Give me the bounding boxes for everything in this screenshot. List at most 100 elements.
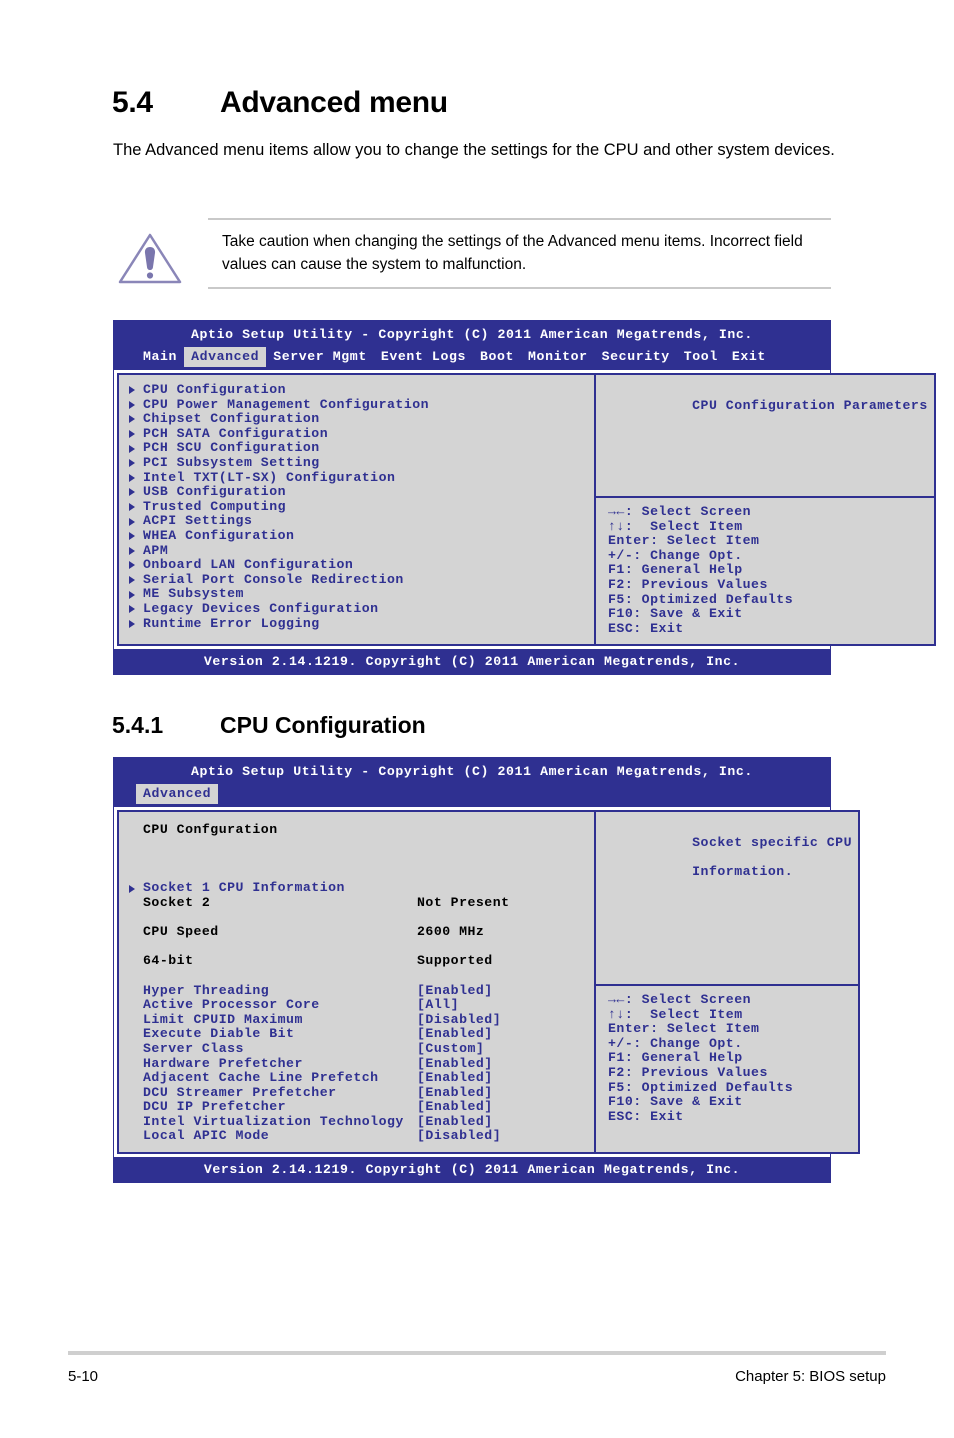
bios-setting-row[interactable]: Limit CPUID Maximum [Disabled] [119,1011,594,1028]
bios-key-legend: →←: Select Screen ↑↓: Select Item Enter: S… [596,986,858,1132]
submenu-arrow-icon [129,444,135,453]
bios-menu-item-label: ME Subsystem [143,586,244,602]
bios-menu-item[interactable]: CPU Power Management Configuration [119,397,594,413]
bios-menu-item[interactable]: Chipset Configuration [119,412,594,427]
key-hint: F5: Optimized Defaults [608,591,794,607]
field-value[interactable]: [Enabled] [417,983,493,999]
bios-menu-item-label: Runtime Error Logging [143,615,320,631]
field-value[interactable]: [Enabled] [417,1100,493,1115]
bios-tab-server-mgmt[interactable]: Server Mgmt [266,347,374,367]
bios-menu-item[interactable]: CPU Configuration [119,382,594,398]
bios-title-bar: Aptio Setup Utility - Copyright (C) 2011… [114,758,830,784]
bios-menu-item[interactable]: Runtime Error Logging [119,615,594,632]
bios-setting-row[interactable]: Hardware Prefetcher [Enabled] [119,1056,594,1072]
field-value[interactable]: [Enabled] [417,1056,493,1072]
bios-menu-item[interactable]: USB Configuration [119,485,594,500]
field-value: Supported [417,953,493,969]
field-value[interactable]: [Enabled] [417,1027,493,1042]
field-value: 2600 MHz [417,924,485,940]
bios-menu-item-label: CPU Configuration [143,382,287,397]
field-label: Local APIC Mode [143,1128,270,1144]
bios-tab-event-logs[interactable]: Event Logs [374,347,473,367]
field-value[interactable]: [Enabled] [417,1085,493,1101]
bios-menu-item-label: PCI Subsystem Setting [143,454,320,470]
field-value[interactable]: [Disabled] [417,1129,501,1144]
bios-tab-security[interactable]: Security [595,347,677,367]
bios-tab-bar[interactable]: Main Advanced Server Mgmt Event Logs Boot Mon… [114,347,830,370]
bios-menu-item[interactable]: Onboard LAN Configuration [119,558,594,573]
bios-setting-row[interactable]: DCU Streamer Prefetcher [Enabled] [119,1084,594,1101]
bios-menu-item[interactable]: ME Subsystem [119,587,594,602]
field-label: Socket 1 CPU Information [143,880,345,896]
field-label: Active Processor Core [143,997,320,1013]
field-value[interactable]: [All] [417,998,459,1013]
bios-info-row: CPU Speed 2600 MHz [119,925,594,940]
bios-version-bar: Version 2.14.1219. Copyright (C) 2011 Am… [114,1157,830,1183]
bios-help-text-line1: Socket specific CPU [692,834,853,850]
key-hint: +/-: Change Opt. [608,547,743,563]
submenu-arrow-icon [129,459,135,468]
field-label: 64-bit [143,953,194,969]
bios-help-panel: Socket specific CPU Information. →←: Sel… [595,810,861,1155]
field-value[interactable]: [Enabled] [417,1114,493,1130]
bios-setting-row[interactable]: DCU IP Prefetcher [Enabled] [119,1100,594,1115]
bios-help-text: CPU Configuration Parameters [692,397,928,413]
bios-setting-row[interactable]: Local APIC Mode [Disabled] [119,1129,594,1144]
bios-setting-row[interactable]: Adjacent Cache Line Prefetch [Enabled] [119,1070,594,1086]
bios-tab-main[interactable]: Main [136,347,184,367]
bios-menu-item[interactable]: Legacy Devices Configuration [119,601,594,617]
bios-menu-list[interactable]: CPU Configuration CPU Power Management Co… [117,373,595,647]
submenu-arrow-icon [129,430,135,439]
field-value[interactable]: [Disabled] [417,1012,501,1028]
key-hint: F1: General Help [608,562,743,578]
bios-menu-item[interactable]: Intel TXT(LT-SX) Configuration [119,470,594,486]
bios-tab-advanced[interactable]: Advanced [136,784,219,804]
bios-setting-row[interactable]: Active Processor Core [All] [119,998,594,1013]
submenu-arrow-icon [129,561,135,570]
bios-menu-item[interactable]: Serial Port Console Redirection [119,572,594,588]
bios-title-bar: Aptio Setup Utility - Copyright (C) 2011… [114,321,830,347]
key-hint: F10: Save & Exit [608,606,743,622]
bios-tab-tool[interactable]: Tool [677,347,725,367]
submenu-arrow-icon [129,884,135,893]
bios-setting-row[interactable]: Execute Diable Bit [Enabled] [119,1027,594,1042]
bios-menu-item-label: Chipset Configuration [143,411,320,427]
key-hint: →←: Select Screen [608,992,752,1007]
key-hint: ↑↓: Select Item [608,1006,743,1022]
key-hint: →←: Select Screen [608,504,752,519]
field-label: DCU Streamer Prefetcher [143,1084,337,1100]
bios-screen-advanced: Aptio Setup Utility - Copyright (C) 2011… [113,320,936,676]
submenu-arrow-icon [129,503,135,512]
field-value[interactable]: [Custom] [417,1041,484,1057]
bios-tab-monitor[interactable]: Monitor [521,347,595,367]
bios-help-panel: CPU Configuration Parameters →←: Select … [595,373,936,647]
bios-menu-item[interactable]: PCH SATA Configuration [119,426,594,442]
bios-menu-item[interactable]: Trusted Computing [119,499,594,515]
key-hint: F10: Save & Exit [608,1094,743,1110]
field-value[interactable]: [Enabled] [417,1070,493,1086]
bios-tab-advanced[interactable]: Advanced [184,347,267,367]
bios-menu-item[interactable]: APM [119,543,594,559]
field-label: Limit CPUID Maximum [143,1011,303,1027]
bios-menu-item[interactable]: WHEA Configuration [119,528,594,544]
key-hint: Enter: Select Item [608,533,760,549]
bios-menu-item[interactable]: ACPI Settings [119,514,594,529]
field-label: Server Class [143,1040,244,1056]
bios-setting-row[interactable]: Intel Virtualization Technology [Enabled] [119,1114,594,1130]
bios-tab-boot[interactable]: Boot [473,347,521,367]
bios-menu-item[interactable]: PCH SCU Configuration [119,441,594,456]
bios-settings-list[interactable]: CPU Confguration Socket 1 CPU Information… [117,810,595,1155]
bios-tab-exit[interactable]: Exit [725,347,773,367]
key-hint: F1: General Help [608,1050,743,1066]
bios-setting-row[interactable]: Server Class [Custom] [119,1040,594,1057]
footer-chapter-label: Chapter 5: BIOS setup [735,1368,886,1385]
section-number: 5.4 [112,86,153,119]
bios-submenu-item[interactable]: Socket 1 CPU Information [119,881,594,896]
bios-menu-item[interactable]: PCI Subsystem Setting [119,454,594,471]
bios-menu-item-label: ACPI Settings [143,513,253,529]
bios-setting-row[interactable]: Hyper Threading [Enabled] [119,983,594,999]
bios-tab-bar[interactable]: Advanced [114,784,830,807]
